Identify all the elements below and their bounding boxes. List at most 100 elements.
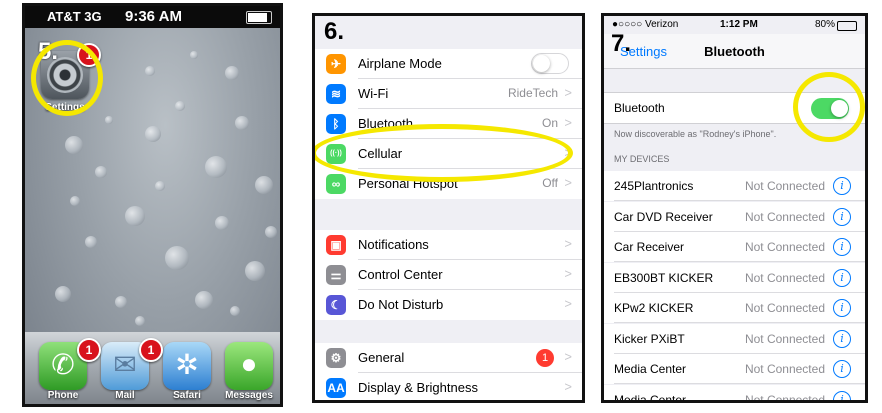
- bluetooth-panel: ●○○○○ Verizon 1:12 PM 80% Settings Bluet…: [601, 13, 868, 403]
- settings-row-airplane-mode[interactable]: ✈ Airplane Mode: [315, 49, 582, 79]
- row-label: Do Not Disturb: [358, 297, 444, 312]
- device-row[interactable]: Car Receiver Not Connected i: [604, 232, 865, 262]
- phone-label: Phone: [47, 390, 79, 401]
- row-label: Notifications: [358, 237, 429, 252]
- settings-row-wi-fi[interactable]: ≋ Wi-Fi RideTech >: [315, 79, 582, 109]
- info-icon[interactable]: i: [833, 238, 851, 256]
- raindrop: [165, 246, 189, 270]
- device-row[interactable]: Kicker PXiBT Not Connected i: [604, 323, 865, 354]
- wifi-icon: ≋: [326, 84, 346, 104]
- home-screen-panel: AT&T 3G 9:36 AM 1 Settings 5. ✆ ✉ ✲ ● Ph…: [22, 3, 283, 407]
- settings-panel: ✈ Airplane Mode ≋ Wi-Fi RideTech > ᛒ Bluetooth O…: [312, 13, 585, 403]
- info-icon[interactable]: i: [833, 177, 851, 195]
- settings-row-general[interactable]: ⚙ General 1 >: [315, 343, 582, 373]
- device-status: Not Connected: [744, 209, 825, 224]
- raindrop: [85, 236, 97, 248]
- battery-icon: [246, 11, 272, 24]
- raindrop: [115, 296, 127, 308]
- device-status: Not Connected: [744, 240, 825, 254]
- control-center-icon: ⚌: [326, 265, 346, 285]
- bluetooth-label: Bluetooth: [614, 101, 665, 115]
- safari-app-icon[interactable]: ✲: [163, 342, 211, 390]
- chevron-right-icon: >: [564, 296, 572, 311]
- raindrop: [245, 261, 265, 281]
- hotspot-icon: ∞: [326, 174, 346, 194]
- moon-icon: ☾: [326, 295, 346, 315]
- row-label: General: [358, 350, 405, 365]
- notifications-icon: ▣: [326, 235, 346, 255]
- settings-row-display-brightness[interactable]: AA Display & Brightness >: [315, 373, 582, 400]
- clock: 9:36 AM: [125, 8, 182, 25]
- mail-label: Mail: [115, 390, 135, 401]
- raindrop: [70, 196, 80, 206]
- settings-row-do-not-disturb[interactable]: ☾ Do Not Disturb >: [315, 290, 582, 320]
- airplane-mode-toggle[interactable]: [531, 53, 569, 74]
- chevron-right-icon: >: [564, 115, 572, 130]
- raindrop: [155, 181, 165, 191]
- carrier-label: ●○○○○ Verizon: [612, 19, 679, 30]
- device-status: Not Connected: [744, 179, 825, 193]
- device-status: Not Connected: [744, 331, 825, 346]
- gear-icon: ⚙: [326, 348, 346, 368]
- update-badge: 1: [536, 349, 554, 367]
- info-icon[interactable]: i: [833, 360, 851, 378]
- battery-percent: 80%: [814, 19, 835, 30]
- device-row[interactable]: EB300BT KICKER Not Connected i: [604, 262, 865, 293]
- device-name: EB300BT KICKER: [614, 270, 714, 285]
- settings-row-control-center[interactable]: ⚌ Control Center >: [315, 260, 582, 290]
- settings-row-notifications[interactable]: ▣ Notifications >: [315, 230, 582, 260]
- raindrop: [175, 101, 185, 111]
- step-number-7: 7.: [611, 30, 632, 57]
- row-label: Display & Brightness: [358, 380, 478, 395]
- my-devices-header: MY DEVICES: [614, 154, 670, 164]
- safari-label: Safari: [173, 390, 201, 401]
- raindrop: [225, 66, 239, 80]
- step-number-6: 6.: [324, 18, 345, 45]
- battery-icon: [837, 21, 857, 31]
- device-row[interactable]: Car DVD Receiver Not Connected i: [604, 201, 865, 232]
- info-icon[interactable]: i: [833, 390, 851, 400]
- navigation-bar: Settings Bluetooth: [604, 34, 865, 69]
- row-value: Off: [542, 176, 558, 190]
- raindrop: [255, 176, 273, 194]
- raindrop: [55, 286, 71, 302]
- chevron-right-icon: >: [564, 175, 572, 190]
- raindrop: [105, 116, 113, 124]
- raindrop: [265, 226, 277, 238]
- device-row[interactable]: 245Plantronics Not Connected i: [604, 171, 865, 201]
- messages-label: Messages: [225, 390, 273, 401]
- info-icon[interactable]: i: [833, 299, 851, 317]
- raindrop: [230, 306, 240, 316]
- raindrop: [145, 66, 155, 76]
- device-status: Not Connected: [744, 362, 825, 376]
- device-name: Kicker PXiBT: [614, 331, 685, 346]
- device-row[interactable]: KPw2 KICKER Not Connected i: [604, 293, 865, 323]
- info-icon[interactable]: i: [833, 329, 851, 348]
- mail-badge: 1: [139, 338, 163, 362]
- row-value: On: [541, 116, 558, 130]
- display-icon: AA: [326, 378, 346, 398]
- chevron-right-icon: >: [564, 236, 572, 251]
- device-status: Not Connected: [744, 270, 825, 285]
- device-name: KPw2 KICKER: [614, 301, 694, 315]
- device-row[interactable]: Media Center Not Connected i: [604, 354, 865, 384]
- device-row[interactable]: Media Center Not Connected i: [604, 384, 865, 403]
- chevron-right-icon: >: [564, 85, 572, 100]
- status-bar: ●○○○○ Verizon 1:12 PM 80%: [604, 16, 865, 34]
- device-name: 245Plantronics: [614, 179, 694, 193]
- device-name: Car Receiver: [614, 240, 685, 254]
- device-name: Car DVD Receiver: [614, 209, 713, 224]
- airplane-icon: ✈: [326, 54, 346, 74]
- device-status: Not Connected: [744, 301, 825, 315]
- row-label: Control Center: [358, 267, 443, 282]
- info-icon[interactable]: i: [833, 207, 851, 226]
- carrier-label: AT&T 3G: [47, 9, 102, 24]
- raindrop: [135, 316, 145, 326]
- device-name: Media Center: [614, 392, 687, 403]
- chevron-right-icon: >: [564, 266, 572, 281]
- highlight-circle: [31, 40, 103, 116]
- info-icon[interactable]: i: [833, 268, 851, 287]
- raindrop: [195, 291, 213, 309]
- raindrop: [205, 156, 227, 178]
- messages-app-icon[interactable]: ●: [225, 342, 273, 390]
